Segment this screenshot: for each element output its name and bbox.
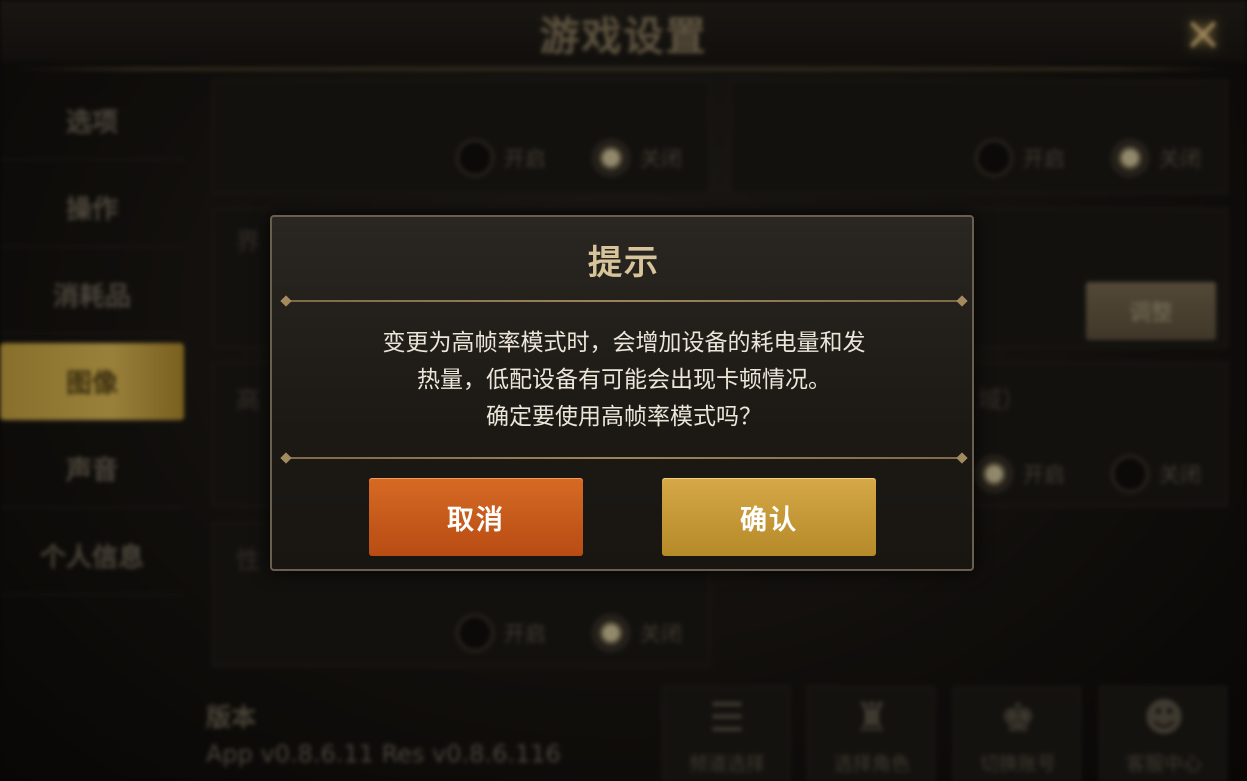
dialog-message: 变更为高帧率模式时，会增加设备的耗电量和发 热量，低配设备有可能会出现卡顿情况。… [312,325,936,436]
dialog-message-line: 确定要使用高帧率模式吗？ [486,404,762,430]
cancel-button[interactable]: 取消 [369,478,583,556]
confirm-button[interactable]: 确认 [662,478,876,556]
dialog-message-line: 热量，低配设备有可能会出现卡顿情况。 [417,367,831,393]
dialog-title: 提示 [588,243,660,283]
dialog-divider-bottom [286,457,962,459]
dialog-message-line: 变更为高帧率模式时，会增加设备的耗电量和发 [382,330,866,356]
confirm-dialog: 提示 变更为高帧率模式时，会增加设备的耗电量和发 热量，低配设备有可能会出现卡顿… [270,215,974,571]
dialog-divider-top [286,300,962,302]
